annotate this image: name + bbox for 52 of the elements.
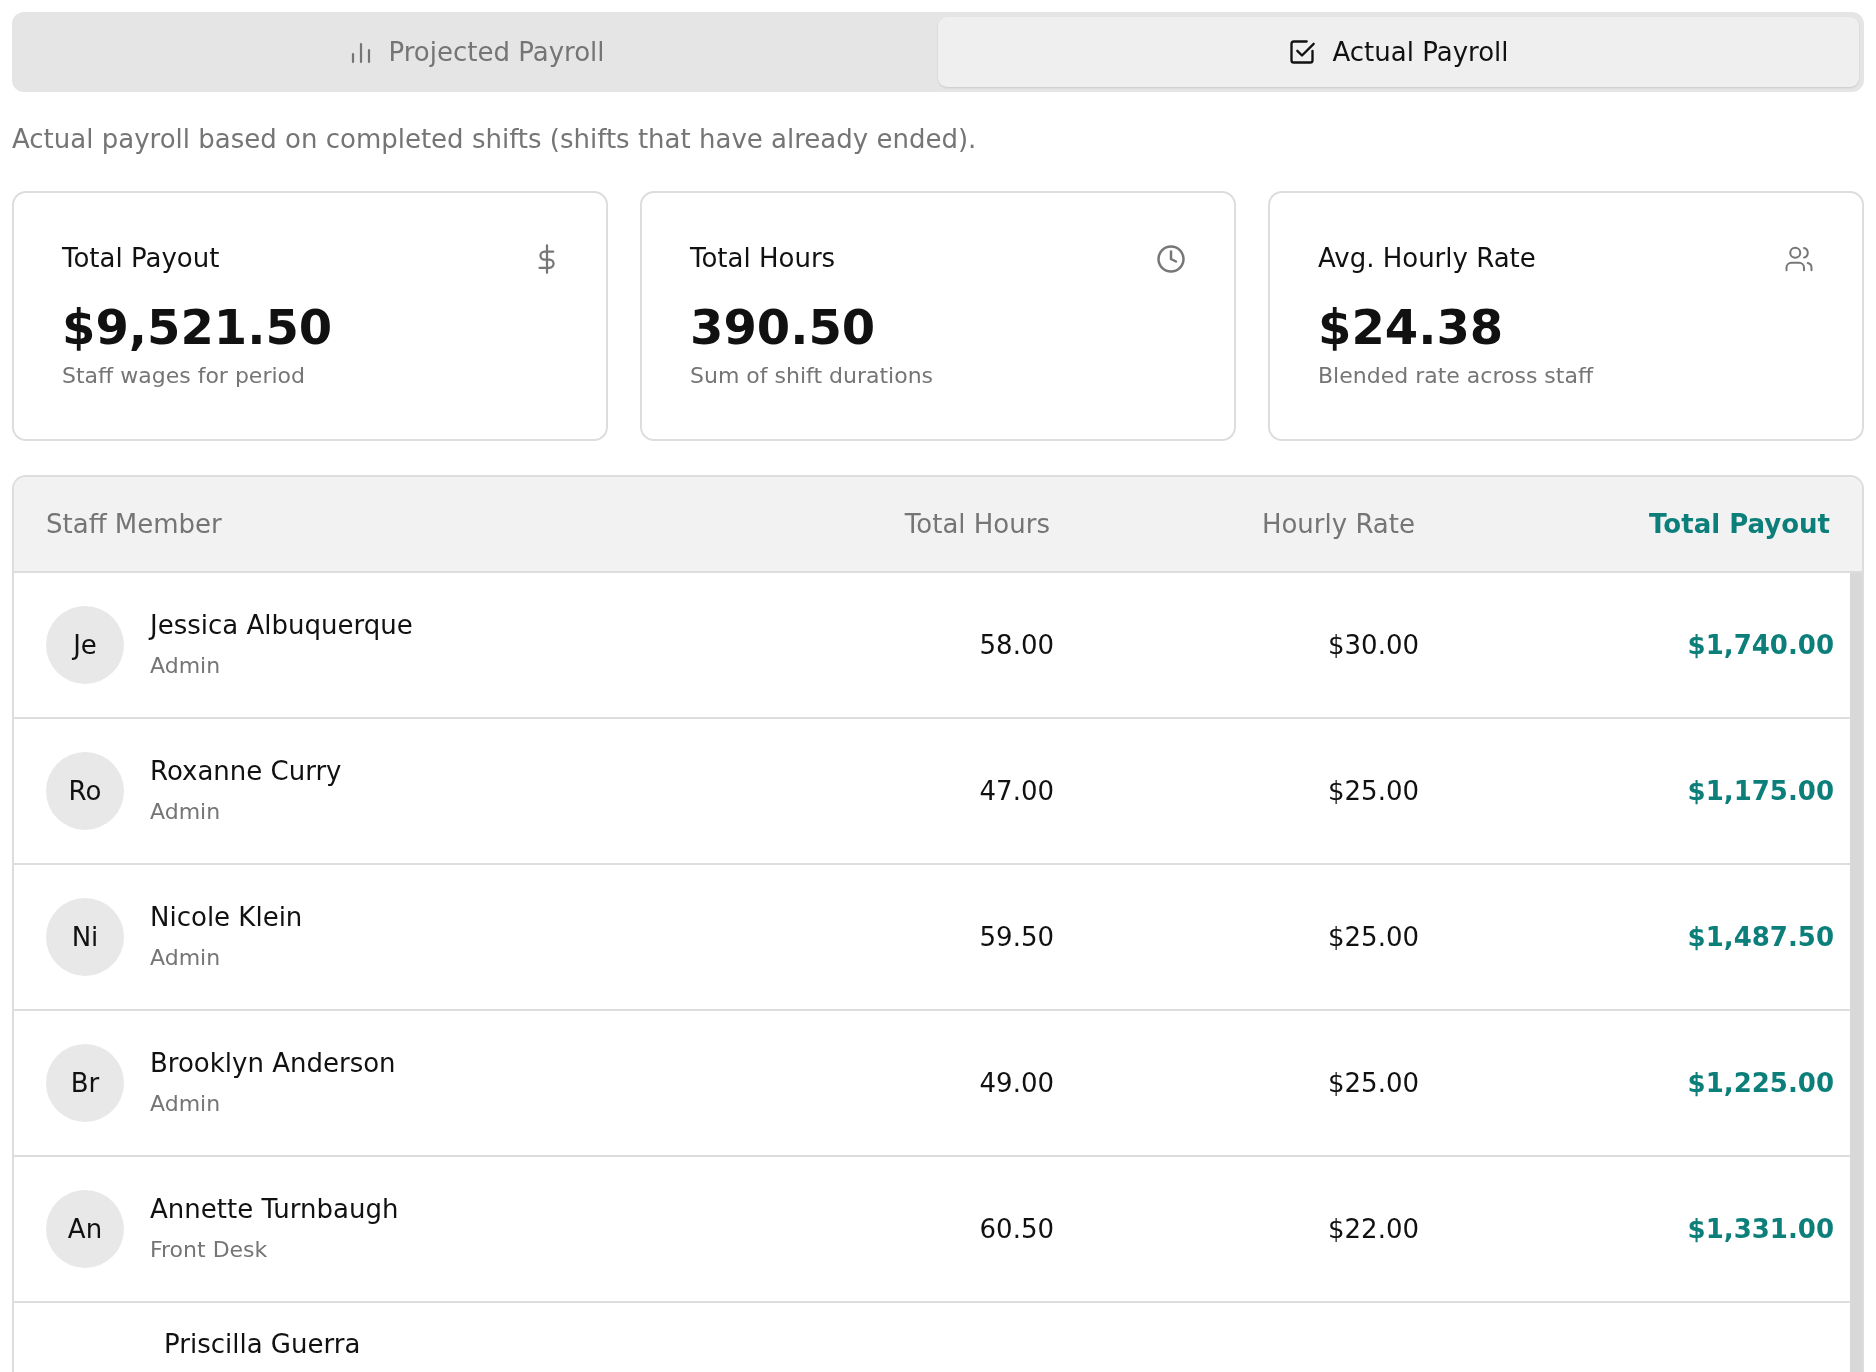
column-header: Hourly Rate [1261,508,1415,539]
card-caption: Blended rate across staff [1318,362,1594,391]
card-title: Total Hours [690,242,836,275]
table-cell: $25.00 [1328,775,1419,806]
table-cell: $1,175.00 [1687,775,1834,806]
staff-role: Admin [150,653,221,678]
card-caption: Staff wages for period [62,362,305,391]
table-cell: $25.00 [1328,921,1419,952]
staff-name: Jessica Albuquerque [150,610,413,640]
tab[interactable]: Projected Payroll [17,17,938,87]
column-header: Staff Member [46,508,222,539]
scrollbar[interactable] [1850,573,1862,1372]
table-cell: $30.00 [1328,629,1419,660]
staff-name: Brooklyn Anderson [150,1048,396,1078]
card-value: $9,521.50 [62,300,333,356]
staff-role: Admin [150,1091,221,1116]
table-cell: $25.00 [1328,1067,1419,1098]
checkbox-icon [1288,38,1317,66]
staff-name: Annette Turnbaugh [150,1194,399,1224]
dollar-icon [536,243,558,274]
table-cell: 49.00 [979,1067,1054,1098]
table-cell: 60.50 [979,1213,1054,1244]
staff-name: Roxanne Curry [150,756,342,786]
table-cell: $1,487.50 [1687,921,1834,952]
table-cell: $22.00 [1328,1213,1419,1244]
staff-role: Admin [150,945,221,970]
table-cell: $1,225.00 [1687,1067,1834,1098]
card-value: 390.50 [690,300,876,356]
column-header: Total Payout [1649,508,1830,539]
table-cell: $1,740.00 [1687,629,1834,660]
avatar: An [46,1190,124,1268]
card-title: Avg. Hourly Rate [1318,242,1536,275]
bar-chart-icon [350,40,373,64]
tab[interactable]: Actual Payroll [938,17,1859,87]
staff-role: Admin [150,799,221,824]
table-cell: 58.00 [979,629,1054,660]
description: Actual payroll based on completed shifts (shifts that have already ended). [12,123,978,156]
staff-name: Priscilla Guerra [164,1329,361,1359]
staff-role: Front Desk [150,1237,268,1262]
card-title: Total Payout [62,242,220,275]
column-header: Total Hours [904,508,1050,539]
avatar: Ro [46,752,124,830]
avatar: Br [46,1044,124,1122]
card-value: $24.38 [1318,300,1504,356]
avatar: Je [46,606,124,684]
card-caption: Sum of shift durations [690,362,934,391]
table-cell: 47.00 [979,775,1054,806]
clock-icon [1156,243,1186,274]
table-cell: $1,331.00 [1687,1213,1834,1244]
table-cell: 59.50 [979,921,1054,952]
staff-name: Nicole Klein [150,902,303,932]
avatar: Ni [46,898,124,976]
